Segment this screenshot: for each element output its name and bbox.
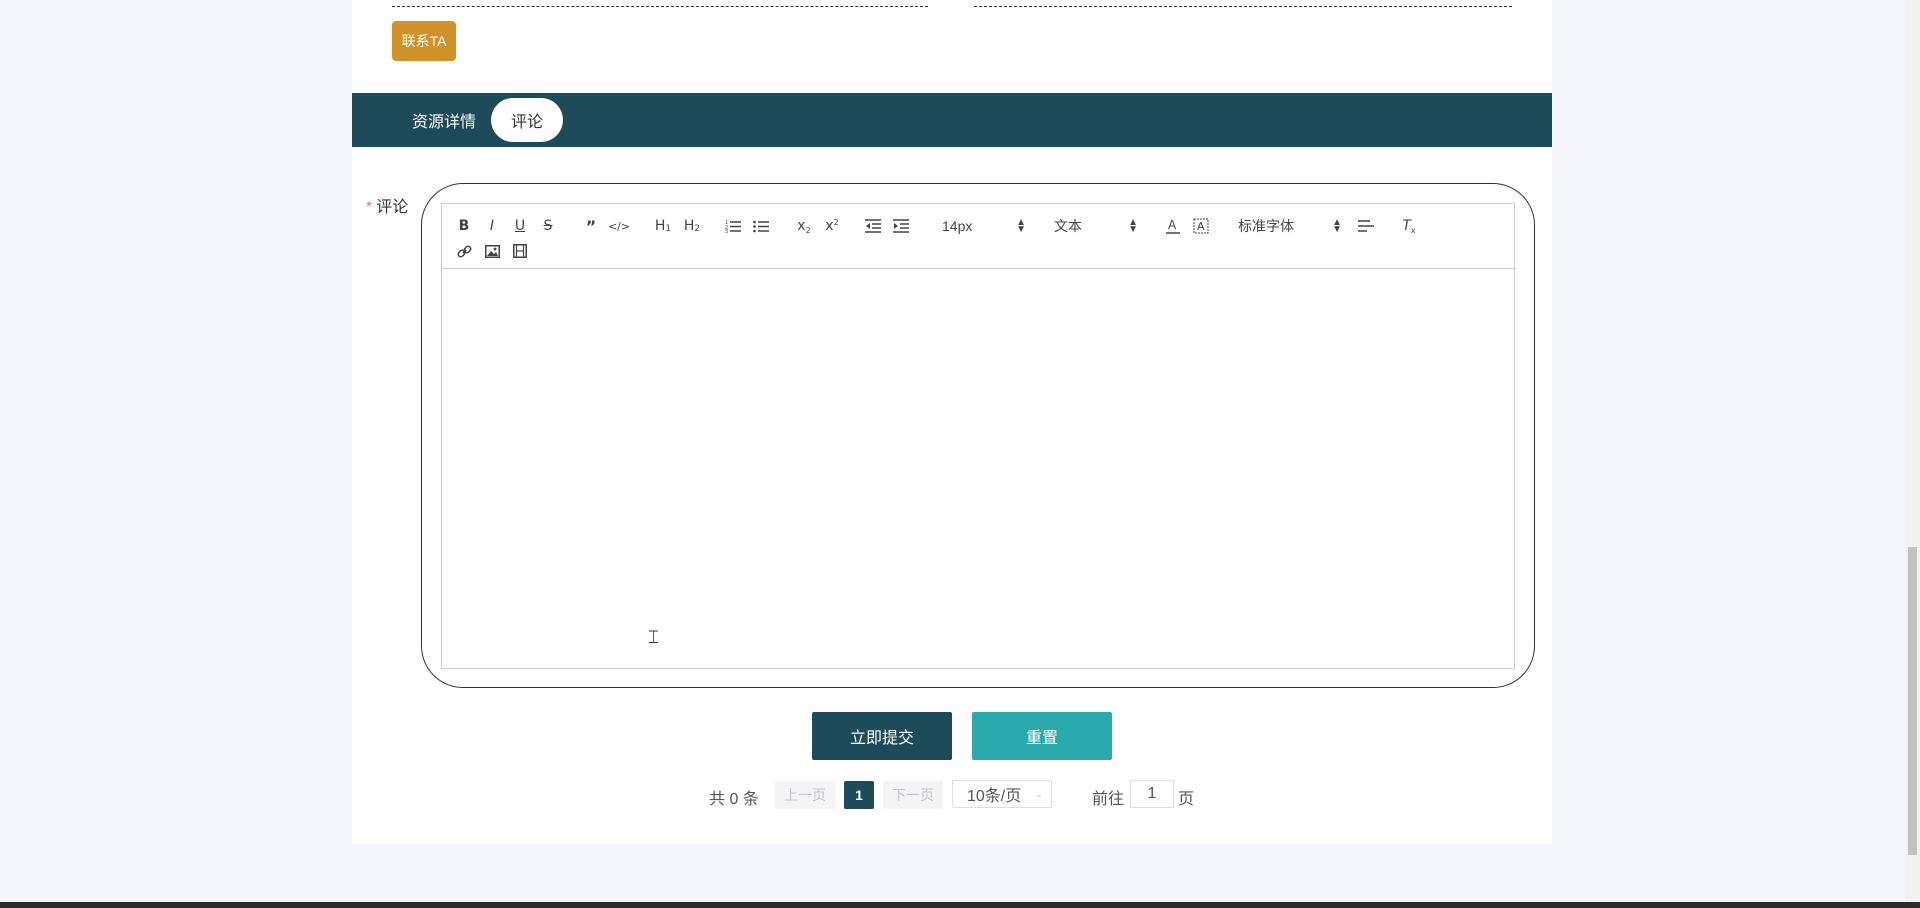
contact-button[interactable]: 联系TA — [392, 21, 456, 61]
indent-icon[interactable] — [892, 216, 910, 236]
page-size-value: 10条/页 — [967, 788, 1022, 805]
bottom-edge — [0, 902, 1920, 908]
submit-button[interactable]: 立即提交 — [812, 712, 952, 760]
outdent-icon[interactable] — [864, 216, 882, 236]
editor-toolbar: B I U S ” </> H1 H2 123 x2 x2 14px ▲ ▼ 文本… — [442, 204, 1514, 269]
header-select[interactable]: 文本 ▲ ▼ — [1054, 214, 1138, 238]
align-icon[interactable] — [1357, 216, 1375, 236]
required-mark: * — [366, 199, 373, 216]
image-icon[interactable] — [484, 241, 500, 261]
comment-label-text: 评论 — [376, 199, 409, 216]
divider-right — [974, 6, 1512, 7]
bullet-list-icon[interactable] — [752, 216, 770, 236]
tab-comments[interactable]: 评论 — [491, 98, 563, 142]
pagination-total: 共 0 条 — [709, 791, 759, 808]
select-arrows-icon: ▲ ▼ — [1332, 217, 1342, 235]
font-size-select[interactable]: 14px ▲ ▼ — [942, 214, 1026, 238]
tab-resource-details[interactable]: 资源详情 — [384, 98, 504, 142]
svg-text:A: A — [1197, 220, 1205, 233]
background-color-icon[interactable]: A — [1192, 216, 1210, 236]
font-family-value: 标准字体 — [1238, 218, 1294, 234]
code-block-icon[interactable]: </> — [608, 216, 630, 236]
pagination-page-1[interactable]: 1 — [844, 781, 874, 809]
svg-text:3: 3 — [725, 229, 728, 233]
blockquote-icon[interactable]: ” — [582, 216, 600, 236]
italic-icon[interactable]: I — [484, 216, 500, 236]
link-icon[interactable] — [456, 241, 472, 261]
page-size-select[interactable]: 10条/页 ⌄ — [952, 780, 1052, 808]
subscript-icon[interactable]: x2 — [794, 216, 814, 236]
pagination-next-button[interactable]: 下一页 — [883, 781, 943, 809]
tab-bar: 资源详情 评论 — [352, 93, 1552, 147]
font-color-icon[interactable]: A — [1164, 216, 1182, 236]
superscript-icon[interactable]: x2 — [822, 216, 842, 236]
rich-text-editor: B I U S ” </> H1 H2 123 x2 x2 14px ▲ ▼ 文本… — [441, 203, 1515, 669]
editor-content-area[interactable]: ⌶ — [442, 269, 1514, 668]
page-scrollbar[interactable] — [1905, 0, 1920, 902]
strike-icon[interactable]: S — [540, 216, 556, 236]
underline-icon[interactable]: U — [512, 216, 528, 236]
ordered-list-icon[interactable]: 123 — [724, 216, 742, 236]
goto-page-input[interactable] — [1130, 780, 1174, 808]
divider-left — [392, 6, 928, 7]
svg-text:A: A — [1168, 218, 1177, 232]
bold-icon[interactable]: B — [456, 216, 472, 236]
reset-button[interactable]: 重置 — [972, 712, 1112, 760]
font-family-select[interactable]: 标准字体 ▲ ▼ — [1238, 214, 1342, 238]
select-arrows-icon: ▲ ▼ — [1128, 217, 1138, 235]
header-value: 文本 — [1054, 218, 1082, 234]
comment-label: * 评论 — [366, 193, 408, 217]
text-cursor-icon: ⌶ — [648, 627, 659, 647]
pagination-prev-button[interactable]: 上一页 — [775, 781, 835, 809]
header-1-icon[interactable]: H1 — [652, 216, 674, 236]
chevron-down-icon: ⌄ — [1034, 788, 1043, 800]
clear-format-icon[interactable]: Tx — [1400, 216, 1418, 236]
goto-suffix: 页 — [1178, 791, 1195, 808]
header-2-icon[interactable]: H2 — [681, 216, 703, 236]
video-icon[interactable] — [512, 241, 528, 261]
scrollbar-thumb[interactable] — [1908, 547, 1917, 855]
font-size-value: 14px — [942, 218, 973, 234]
select-arrows-icon: ▲ ▼ — [1016, 217, 1026, 235]
goto-prefix: 前往 — [1092, 791, 1125, 808]
